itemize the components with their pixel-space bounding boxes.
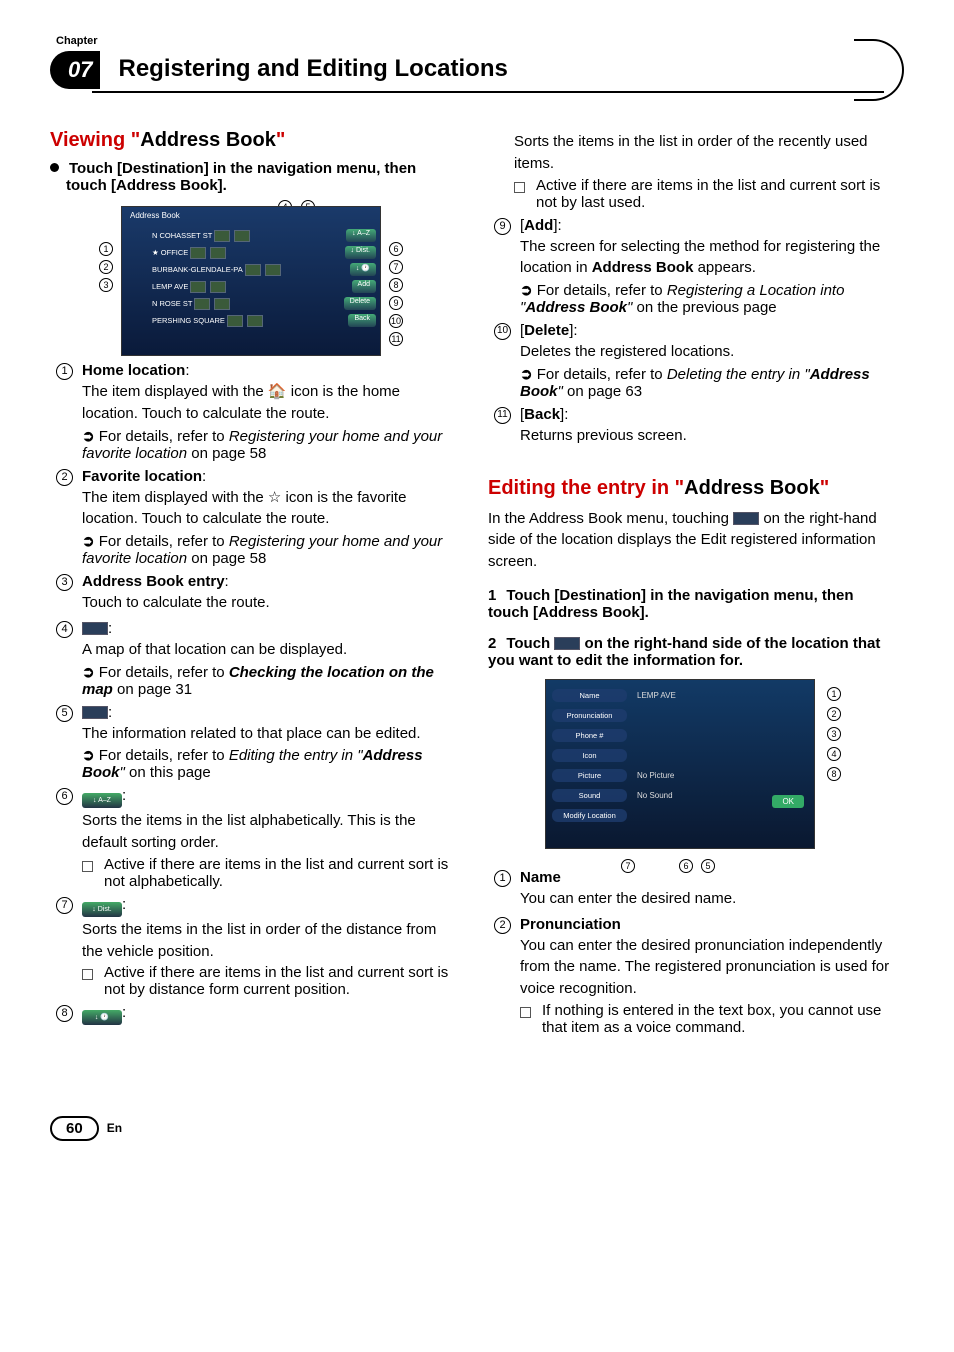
editing-intro: In the Address Book menu, touching on th… — [488, 508, 894, 573]
legend-item: 2 Favorite location: The item displayed … — [56, 468, 456, 568]
sort-dist-icon: ↓ Dist. — [82, 902, 122, 917]
step-1: 1Touch [Destination] in the navigation m… — [488, 587, 894, 621]
field-name[interactable]: Name — [552, 689, 627, 702]
callout-3: 3 — [99, 278, 113, 292]
legend-item: 10 [Delete]: Deletes the registered loca… — [494, 322, 894, 400]
bullet-icon — [50, 163, 59, 172]
page-number: 60 — [50, 1116, 99, 1141]
field-icon[interactable]: Icon — [552, 749, 627, 762]
chapter-number: 07 — [50, 51, 100, 89]
note: Active if there are items in the list an… — [82, 964, 456, 998]
callout-8: 8 — [827, 767, 841, 781]
legend-num: 1 — [56, 363, 73, 380]
back-button[interactable]: Back — [348, 314, 376, 327]
content-columns: Viewing "Address Book" Touch [Destinatio… — [50, 129, 894, 1036]
edit-icon — [554, 637, 580, 650]
legend-item: 11 [Back]: Returns previous screen. — [494, 406, 894, 447]
screenshot-edit: 1 2 3 4 8 7 6 5 NameLEMP AVE Pronunciati… — [521, 679, 861, 849]
screen-title: Address Book — [130, 211, 180, 220]
legend-item: 4 : A map of that location can be displa… — [56, 620, 456, 698]
screenshot-address-book: 4 5 1 2 3 6 7 8 9 10 11 Address Book — [83, 206, 423, 356]
chapter-title: Registering and Editing Locations — [112, 53, 894, 87]
callout-8: 8 — [389, 278, 403, 292]
legend-item: 9 [Add]: The screen for selecting the me… — [494, 217, 894, 317]
chapter-label: Chapter — [56, 35, 894, 47]
callout-1: 1 — [99, 242, 113, 256]
field-phone[interactable]: Phone # — [552, 729, 627, 742]
list-item: N COHASSET ST — [152, 231, 212, 240]
callout-2: 2 — [827, 707, 841, 721]
sort-az-button[interactable]: ↓ A–Z — [346, 229, 376, 242]
field-sound[interactable]: Sound — [552, 789, 627, 802]
legend-item: 1 Home location: The item displayed with… — [56, 362, 456, 462]
legend-item: 5 : The information related to that plac… — [56, 704, 456, 782]
sort-recent-button[interactable]: ↓ 🕐 — [350, 263, 376, 276]
edit-legend-list: 1 Name You can enter the desired name. 2… — [488, 869, 894, 1036]
edit-icon — [733, 512, 759, 525]
callout-10: 10 — [389, 314, 403, 328]
edit-icon — [82, 706, 108, 719]
sort-dist-button[interactable]: ↓ Dist. — [345, 246, 376, 259]
instruction: Touch [Destination] in the navigation me… — [50, 160, 456, 194]
legend-item: 6 ↓ A–Z: Sorts the items in the list alp… — [56, 787, 456, 890]
legend-item: 8 ↓ 🕐: — [56, 1004, 456, 1025]
callout-2: 2 — [99, 260, 113, 274]
list-item: N ROSE ST — [152, 299, 192, 308]
legend-item: 7 ↓ Dist.: Sorts the items in the list i… — [56, 896, 456, 999]
left-column: Viewing "Address Book" Touch [Destinatio… — [50, 129, 456, 1036]
callout-3: 3 — [827, 727, 841, 741]
map-icon — [82, 622, 108, 635]
legend-item: 1 Name You can enter the desired name. — [494, 869, 894, 910]
field-pronunciation[interactable]: Pronunciation — [552, 709, 627, 722]
field-picture[interactable]: Picture — [552, 769, 627, 782]
callout-7: 7 — [389, 260, 403, 274]
callout-1: 1 — [827, 687, 841, 701]
section-title-viewing: Viewing "Address Book" — [50, 129, 456, 152]
ok-button[interactable]: OK — [772, 795, 804, 808]
sort-az-icon: ↓ A–Z — [82, 793, 122, 808]
list-item: LEMP AVE — [152, 282, 188, 291]
sort-recent-icon: ↓ 🕐 — [82, 1010, 122, 1025]
legend-list: 1 Home location: The item displayed with… — [50, 362, 456, 1025]
field-modify-location[interactable]: Modify Location — [552, 809, 627, 822]
note: Active if there are items in the list an… — [82, 856, 456, 890]
section-title-editing: Editing the entry in "Address Book" — [488, 477, 894, 500]
language-label: En — [107, 1121, 122, 1135]
list-item: ★ OFFICE — [152, 248, 188, 257]
note: If nothing is entered in the text box, y… — [520, 1002, 894, 1036]
callout-11: 11 — [389, 332, 403, 346]
callout-9: 9 — [389, 296, 403, 310]
note: Active if there are items in the list an… — [514, 177, 894, 211]
list-item: PERSHING SQUARE — [152, 316, 225, 325]
legend-item: 2 Pronunciation You can enter the desire… — [494, 916, 894, 1036]
add-button[interactable]: Add — [352, 280, 376, 293]
legend-list-right: 9 [Add]: The screen for selecting the me… — [488, 217, 894, 447]
chapter-header: 07 Registering and Editing Locations — [50, 51, 894, 89]
page-footer: 60 En — [50, 1116, 894, 1141]
page: Chapter 07 Registering and Editing Locat… — [0, 0, 954, 1181]
callout-6: 6 — [389, 242, 403, 256]
callout-4: 4 — [827, 747, 841, 761]
step-2: 2Touch on the right-hand side of the loc… — [488, 635, 894, 669]
right-column: Sorts the items in the list in order of … — [488, 129, 894, 1036]
list-item: BURBANK-GLENDALE-PA — [152, 265, 243, 274]
legend-item: 3 Address Book entry: Touch to calculate… — [56, 573, 456, 614]
delete-button[interactable]: Delete — [344, 297, 376, 310]
